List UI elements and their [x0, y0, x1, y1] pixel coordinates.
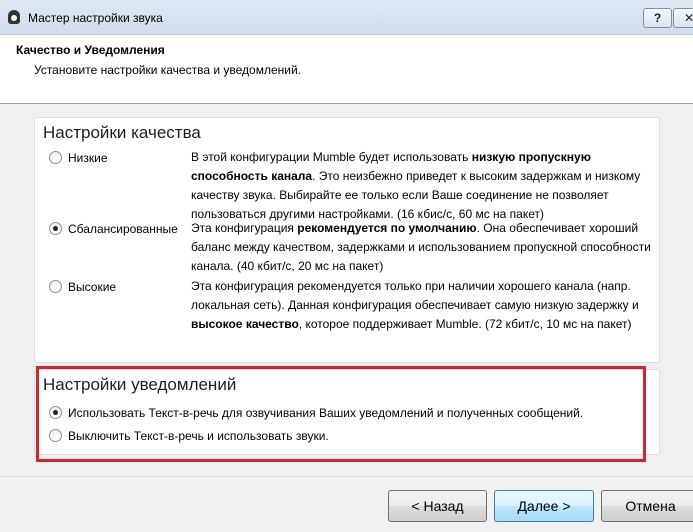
- back-button[interactable]: < Назад: [388, 490, 487, 522]
- next-button[interactable]: Далее >: [494, 490, 594, 522]
- quality-low-radio[interactable]: [49, 151, 62, 164]
- description-segment: , которое поддерживает Mumble. (72 кбит/…: [298, 317, 632, 331]
- close-button[interactable]: ✕: [673, 8, 693, 28]
- quality-low-description: В этой конфигурации Mumble будет использ…: [191, 148, 651, 224]
- mumble-app-icon: [8, 10, 20, 24]
- description-segment: В этой конфигурации Mumble будет использ…: [191, 150, 472, 164]
- description-segment: Эта конфигурация рекомендуется только пр…: [191, 279, 639, 312]
- description-segment: высокое качество: [191, 317, 299, 331]
- quality-high-radio[interactable]: [49, 280, 62, 293]
- window-title: Мастер настройки звука: [28, 11, 163, 25]
- quality-balanced-label[interactable]: Сбалансированные: [68, 222, 178, 236]
- help-button[interactable]: ?: [643, 8, 672, 28]
- quality-balanced-radio[interactable]: [49, 222, 62, 235]
- highlight-frame: [36, 366, 646, 462]
- page-subtitle: Установите настройки качества и уведомле…: [34, 63, 301, 77]
- quality-low-label[interactable]: Низкие: [68, 151, 108, 165]
- window-titlebar: Мастер настройки звука ? ✕: [0, 0, 693, 35]
- description-segment: рекомендуется по умолчанию: [297, 221, 477, 235]
- page-title: Качество и Уведомления: [16, 43, 165, 57]
- description-segment: Эта конфигурация: [191, 221, 298, 235]
- quality-settings-group: Настройки качества Низкие В этой конфигу…: [34, 117, 660, 363]
- quality-balanced-description: Эта конфигурация рекомендуется по умолча…: [191, 219, 651, 276]
- quality-group-title: Настройки качества: [43, 123, 201, 142]
- cancel-button[interactable]: Отмена: [601, 490, 693, 522]
- quality-high-description: Эта конфигурация рекомендуется только пр…: [191, 277, 651, 334]
- quality-high-label[interactable]: Высокие: [68, 280, 116, 294]
- wizard-header: Качество и Уведомления Установите настро…: [0, 35, 693, 104]
